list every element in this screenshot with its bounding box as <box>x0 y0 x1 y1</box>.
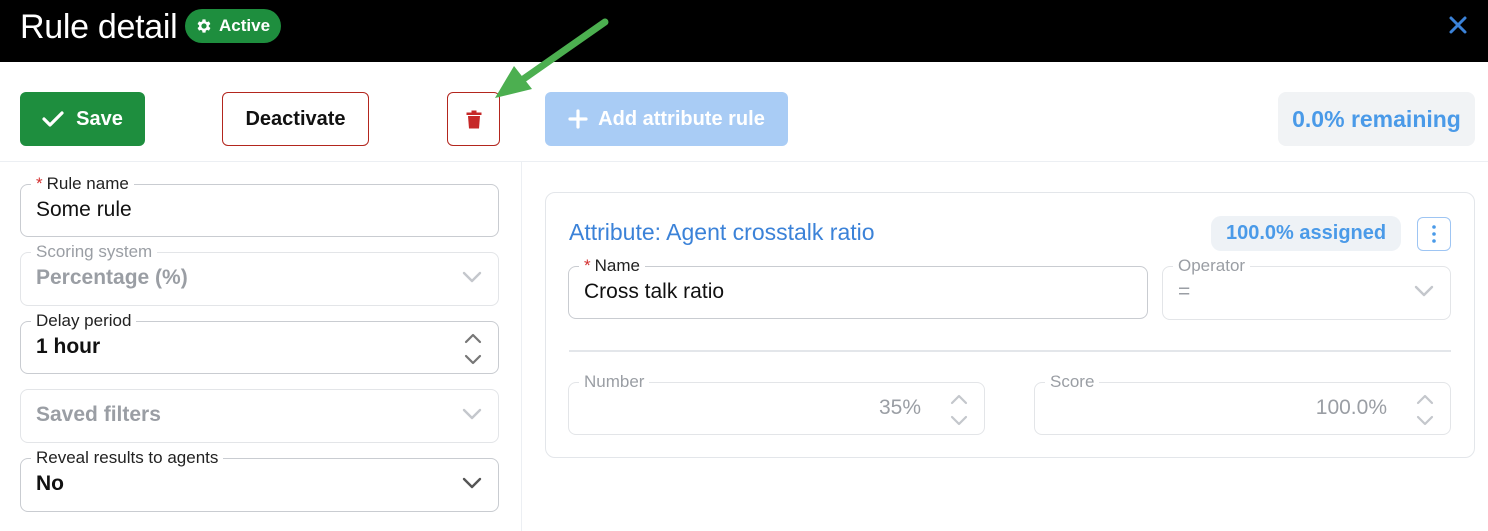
chevron-down-icon <box>462 271 482 283</box>
number-label: Number <box>579 372 650 392</box>
operator-value: = <box>1178 280 1191 303</box>
scoring-system-value: Percentage (%) <box>36 266 188 289</box>
score-field: Score 100.0% <box>1034 372 1451 435</box>
reveal-results-select[interactable]: Reveal results to agents No <box>20 448 499 512</box>
chevron-down-icon <box>462 408 482 420</box>
close-icon[interactable] <box>1446 13 1470 37</box>
delay-period-label: Delay period <box>31 311 137 331</box>
saved-filters-placeholder: Saved filters <box>36 403 161 426</box>
number-field: Number 35% <box>568 372 985 435</box>
scoring-system-select: Scoring system Percentage (%) <box>20 242 499 306</box>
status-badge: Active <box>185 9 282 43</box>
add-attribute-rule-label: Add attribute rule <box>598 107 765 130</box>
stepper-icon[interactable] <box>464 333 482 365</box>
delay-period-field[interactable]: Delay period 1 hour <box>20 311 499 374</box>
rule-name-value: Some rule <box>36 198 132 221</box>
attribute-card: Attribute: Agent crosstalk ratio 100.0% … <box>545 192 1475 458</box>
stepper-icon <box>950 394 968 426</box>
score-label: Score <box>1045 372 1100 392</box>
rule-name-label: * Rule name <box>31 174 134 194</box>
status-badge-label: Active <box>219 16 271 35</box>
deactivate-button[interactable]: Deactivate <box>222 92 369 146</box>
number-value: 35% <box>878 396 921 419</box>
toolbar-divider <box>0 161 1488 162</box>
card-divider <box>569 350 1451 352</box>
saved-filters-select: Saved filters <box>20 389 499 443</box>
delete-button[interactable] <box>447 92 500 146</box>
reveal-results-value: No <box>36 472 64 495</box>
more-options-button[interactable] <box>1417 217 1451 251</box>
attribute-name-label: * Name <box>579 256 645 276</box>
remaining-indicator: 0.0% remaining <box>1278 92 1475 146</box>
attribute-title: Attribute: Agent crosstalk ratio <box>569 219 875 245</box>
reveal-results-label: Reveal results to agents <box>31 448 224 468</box>
attribute-name-value: Cross talk ratio <box>584 280 725 303</box>
chevron-down-icon <box>462 477 482 489</box>
panel-divider <box>521 162 522 531</box>
scoring-system-label: Scoring system <box>31 242 158 262</box>
save-button[interactable]: Save <box>20 92 145 146</box>
operator-label: Operator <box>1173 256 1251 276</box>
delay-period-value: 1 hour <box>36 335 101 358</box>
header-bar: Rule detail Active <box>0 0 1488 62</box>
chevron-down-icon <box>1414 285 1434 297</box>
score-value: 100.0% <box>1315 396 1387 419</box>
add-attribute-rule-button[interactable]: Add attribute rule <box>545 92 788 146</box>
check-icon <box>42 111 64 127</box>
rule-name-field[interactable]: * Rule name Some rule <box>20 174 499 237</box>
deactivate-button-label: Deactivate <box>245 107 346 130</box>
kebab-menu-icon <box>1432 225 1436 243</box>
gear-icon <box>197 19 211 33</box>
attribute-name-field[interactable]: * Name Cross talk ratio <box>568 256 1148 319</box>
plus-icon <box>568 109 588 129</box>
page-title: Rule detail <box>20 8 178 46</box>
save-button-label: Save <box>76 107 123 130</box>
trash-icon <box>466 110 481 128</box>
stepper-icon <box>1416 394 1434 426</box>
operator-select: Operator = <box>1162 256 1451 320</box>
assigned-badge: 100.0% assigned <box>1211 216 1402 251</box>
